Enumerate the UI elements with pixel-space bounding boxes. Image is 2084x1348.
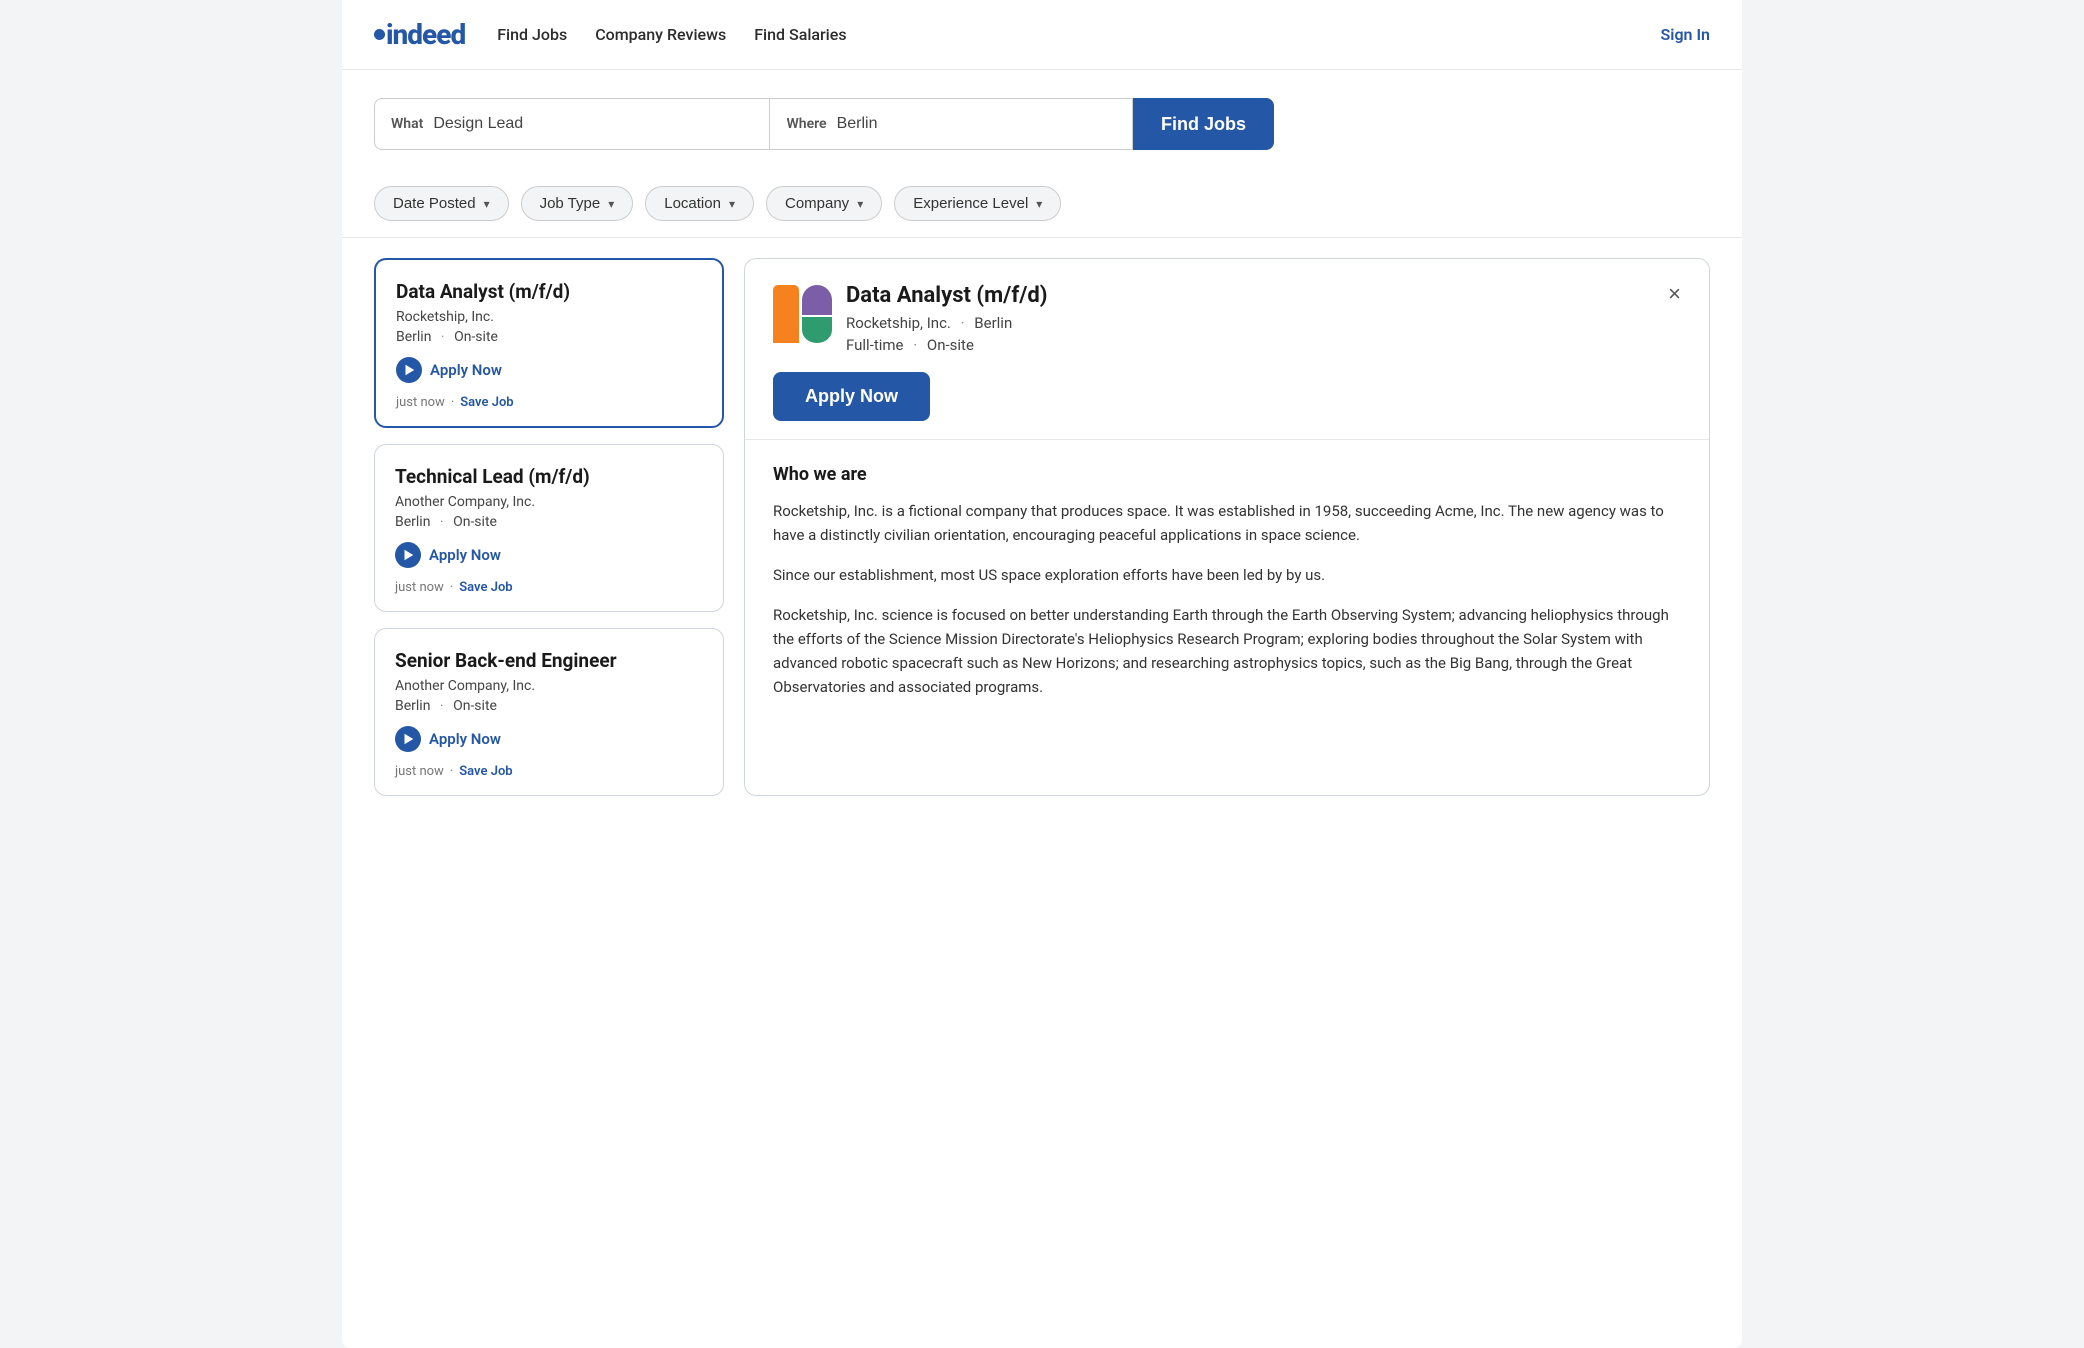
where-label: Where xyxy=(786,116,826,132)
job-detail-header: Data Analyst (m/f/d) Rocketship, Inc. · … xyxy=(745,259,1709,440)
apply-icon-3 xyxy=(395,726,421,752)
job-detail-panel: Data Analyst (m/f/d) Rocketship, Inc. · … xyxy=(744,258,1710,796)
search-bar: What Where Find Jobs xyxy=(374,98,1274,150)
save-job-3[interactable]: Save Job xyxy=(459,764,512,779)
job-title-2: Technical Lead (m/f/d) xyxy=(395,465,703,488)
sign-in-link[interactable]: Sign In xyxy=(1661,25,1710,44)
company-logo xyxy=(773,285,832,343)
job-card-2[interactable]: Technical Lead (m/f/d) Another Company, … xyxy=(374,444,724,612)
job-detail-body: Who we are Rocketship, Inc. is a fiction… xyxy=(745,440,1709,739)
nav-find-jobs[interactable]: Find Jobs xyxy=(497,25,567,44)
job-meta-3: just now · Save Job xyxy=(395,764,703,779)
filter-location[interactable]: Location ▾ xyxy=(645,186,754,221)
job-title-3: Senior Back-end Engineer xyxy=(395,649,703,672)
where-field: Where xyxy=(769,98,1133,150)
apply-icon-2 xyxy=(395,542,421,568)
apply-now-detail-button[interactable]: Apply Now xyxy=(773,372,930,421)
job-detail-type: Full-time · On-site xyxy=(846,336,1047,354)
nav-company-reviews[interactable]: Company Reviews xyxy=(595,25,726,44)
filter-job-type[interactable]: Job Type ▾ xyxy=(521,186,634,221)
chevron-down-icon: ▾ xyxy=(729,197,735,211)
apply-now-button-1[interactable]: Apply Now xyxy=(396,357,702,383)
who-we-are-title: Who we are xyxy=(773,464,1681,485)
logo-text: indeed xyxy=(374,18,465,51)
find-jobs-button[interactable]: Find Jobs xyxy=(1133,98,1274,150)
logo[interactable]: indeed xyxy=(374,18,465,51)
filter-experience-level[interactable]: Experience Level ▾ xyxy=(894,186,1061,221)
job-card-3[interactable]: Senior Back-end Engineer Another Company… xyxy=(374,628,724,796)
who-we-are-p3: Rocketship, Inc. science is focused on b… xyxy=(773,603,1681,699)
chevron-down-icon: ▾ xyxy=(857,197,863,211)
job-detail-info: Data Analyst (m/f/d) Rocketship, Inc. · … xyxy=(846,283,1047,354)
job-company-3: Another Company, Inc. xyxy=(395,678,703,694)
apply-now-button-3[interactable]: Apply Now xyxy=(395,726,703,752)
job-meta-2: just now · Save Job xyxy=(395,580,703,595)
job-detail-top: Data Analyst (m/f/d) Rocketship, Inc. · … xyxy=(773,283,1681,354)
apply-icon-1 xyxy=(396,357,422,383)
job-detail-company: Rocketship, Inc. · Berlin xyxy=(846,314,1047,332)
save-job-1[interactable]: Save Job xyxy=(460,395,513,410)
save-job-2[interactable]: Save Job xyxy=(459,580,512,595)
header: indeed Find Jobs Company Reviews Find Sa… xyxy=(342,0,1742,70)
main-content: Data Analyst (m/f/d) Rocketship, Inc. Be… xyxy=(342,238,1742,816)
who-we-are-p2: Since our establishment, most US space e… xyxy=(773,563,1681,587)
where-input[interactable] xyxy=(837,115,1116,133)
job-location-3: Berlin · On-site xyxy=(395,698,703,714)
filter-date-posted[interactable]: Date Posted ▾ xyxy=(374,186,509,221)
search-section: What Where Find Jobs xyxy=(342,70,1742,170)
what-field: What xyxy=(374,98,769,150)
what-label: What xyxy=(391,116,423,132)
job-list: Data Analyst (m/f/d) Rocketship, Inc. Be… xyxy=(374,258,744,796)
chevron-down-icon: ▾ xyxy=(1036,197,1042,211)
job-company-1: Rocketship, Inc. xyxy=(396,309,702,325)
chevron-down-icon: ▾ xyxy=(484,197,490,211)
filter-company[interactable]: Company ▾ xyxy=(766,186,882,221)
job-company-2: Another Company, Inc. xyxy=(395,494,703,510)
job-card-1[interactable]: Data Analyst (m/f/d) Rocketship, Inc. Be… xyxy=(374,258,724,428)
nav-find-salaries[interactable]: Find Salaries xyxy=(754,25,846,44)
apply-now-button-2[interactable]: Apply Now xyxy=(395,542,703,568)
filters-bar: Date Posted ▾ Job Type ▾ Location ▾ Comp… xyxy=(342,170,1742,238)
job-location-1: Berlin · On-site xyxy=(396,329,702,345)
job-title-1: Data Analyst (m/f/d) xyxy=(396,280,702,303)
what-input[interactable] xyxy=(433,115,753,133)
nav: Find Jobs Company Reviews Find Salaries xyxy=(497,25,1660,44)
job-location-2: Berlin · On-site xyxy=(395,514,703,530)
job-detail-title: Data Analyst (m/f/d) xyxy=(846,283,1047,308)
job-meta-1: just now · Save Job xyxy=(396,395,702,410)
chevron-down-icon: ▾ xyxy=(608,197,614,211)
close-detail-button[interactable]: × xyxy=(1668,283,1681,305)
who-we-are-p1: Rocketship, Inc. is a fictional company … xyxy=(773,499,1681,547)
